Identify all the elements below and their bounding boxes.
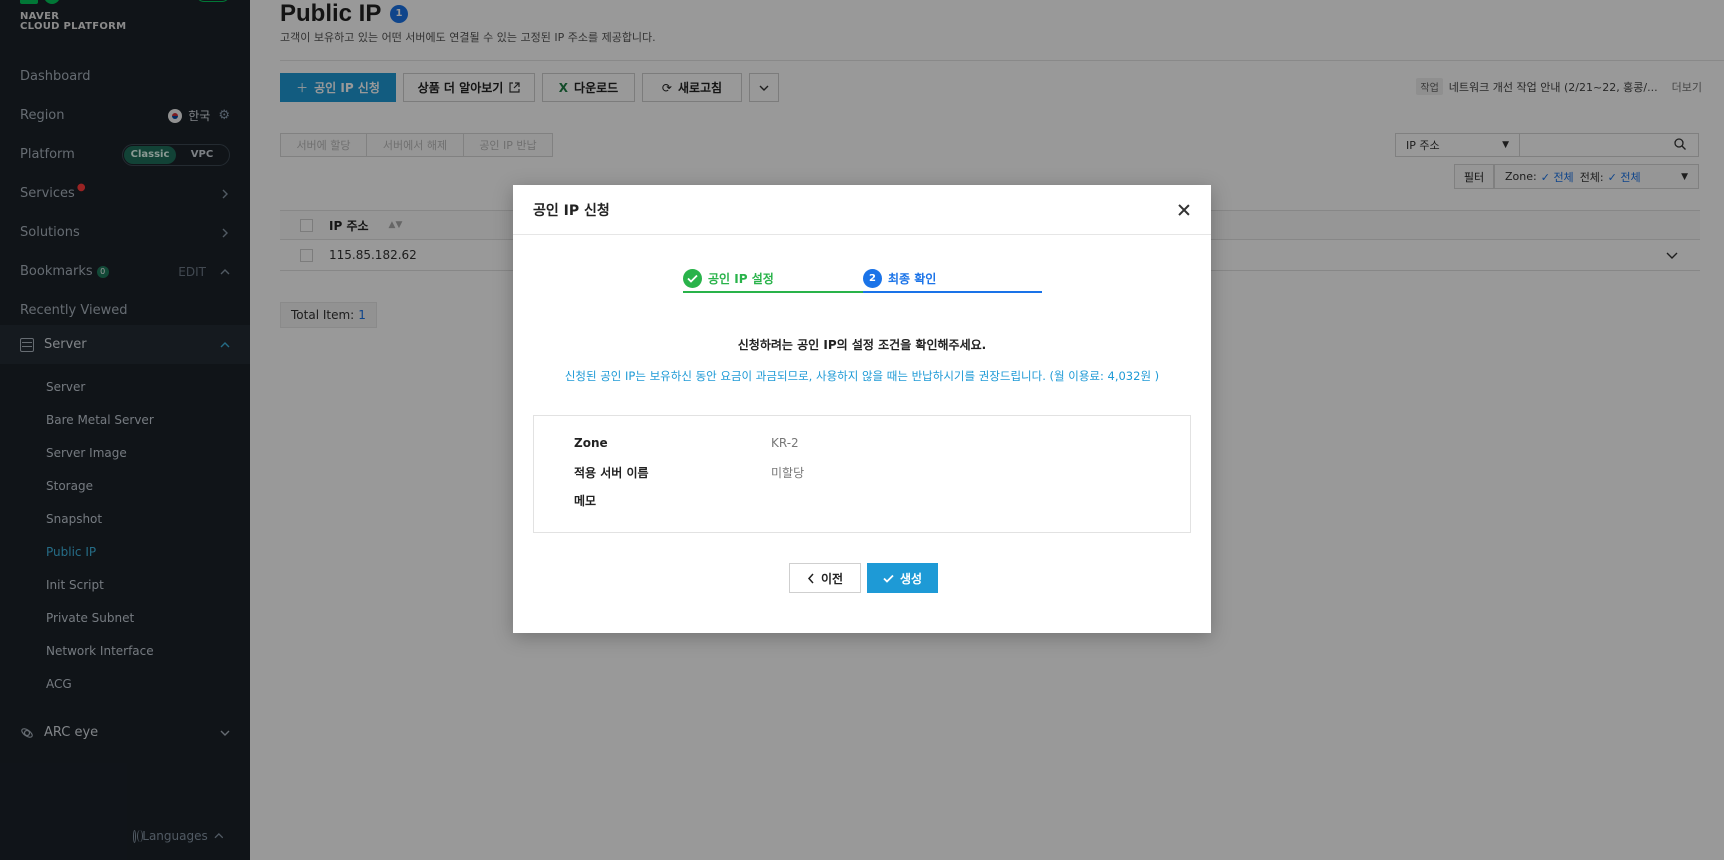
settings-summary: Zone KR-2 적용 서버 이름 미할당 메모 bbox=[533, 415, 1191, 533]
summary-row-server-name: 적용 서버 이름 미할당 bbox=[574, 464, 804, 484]
billing-warning: 신청된 공인 IP는 보유하신 동안 요금이 과금되므로, 사용하지 않을 때는… bbox=[564, 369, 1160, 383]
summary-key: 적용 서버 이름 bbox=[574, 466, 649, 480]
summary-value: KR-2 bbox=[771, 436, 799, 450]
previous-button[interactable]: 이전 bbox=[789, 563, 861, 593]
step-final-confirm: 2 최종 확인 bbox=[863, 265, 1042, 293]
step-ip-settings[interactable]: 공인 IP 설정 bbox=[683, 265, 863, 293]
summary-key: 메모 bbox=[574, 494, 597, 508]
summary-key: Zone bbox=[574, 436, 608, 450]
check-icon bbox=[683, 268, 702, 288]
modal-title: 공인 IP 신청 bbox=[533, 202, 610, 219]
modal-header: 공인 IP 신청 bbox=[513, 185, 1211, 235]
step-label: 최종 확인 bbox=[888, 271, 937, 286]
step-label: 공인 IP 설정 bbox=[708, 271, 774, 286]
summary-row-zone: Zone KR-2 bbox=[574, 436, 799, 456]
request-ip-modal: 공인 IP 신청 공인 IP 설정 2 최종 확인 신청하려는 공인 IP의 설… bbox=[513, 185, 1211, 633]
button-label: 이전 bbox=[820, 571, 844, 586]
step-number: 2 bbox=[863, 268, 882, 288]
summary-row-memo: 메모 bbox=[574, 492, 771, 512]
check-icon bbox=[883, 574, 894, 583]
confirm-question: 신청하려는 공인 IP의 설정 조건을 확인해주세요. bbox=[737, 338, 987, 352]
close-icon[interactable] bbox=[1177, 203, 1191, 217]
step-indicator: 공인 IP 설정 2 최종 확인 bbox=[683, 265, 1042, 295]
button-label: 생성 bbox=[899, 571, 923, 586]
summary-value: 미할당 bbox=[771, 466, 805, 480]
create-button[interactable]: 생성 bbox=[867, 563, 938, 593]
chevron-left-icon bbox=[807, 573, 814, 583]
